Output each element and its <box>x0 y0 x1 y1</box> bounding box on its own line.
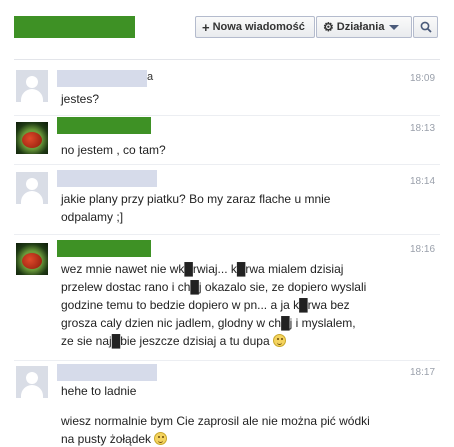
header-divider <box>14 59 440 60</box>
message-line: godzine temu to bedzie dopiero w pn... a… <box>61 298 350 312</box>
message-text: jakie plany przy piatku? Bo my zaraz fla… <box>61 190 411 226</box>
new-message-button[interactable]: + Nowa wiadomość <box>195 16 315 38</box>
message-line: na pusty żołądek <box>61 432 152 446</box>
smiley-emoji-icon <box>154 432 168 445</box>
redacted-sender-name[interactable] <box>57 70 147 87</box>
redacted-sender-name[interactable] <box>57 240 151 257</box>
gear-icon: ⚙ <box>323 20 334 34</box>
message-text: hehe to ladnie wiesz normalnie bym Cie z… <box>61 382 411 447</box>
plus-icon: + <box>202 19 210 35</box>
redacted-contact-name <box>14 16 135 38</box>
redacted-sender-name[interactable] <box>57 117 151 134</box>
message-line-with-emoji: na pusty żołądek <box>61 430 411 447</box>
message-timestamp: 18:17 <box>410 367 436 378</box>
avatar[interactable] <box>16 366 48 398</box>
message-line: hehe to ladnie <box>61 384 137 398</box>
avatar[interactable] <box>16 70 48 102</box>
message-text: no jestem , co tam? <box>61 141 411 159</box>
message-line: wiesz normalnie bym Cie zaprosil ale nie… <box>61 414 370 428</box>
message-line: przelew dostac rano i ch█j okazalo sie, … <box>61 280 367 294</box>
message-timestamp: 18:16 <box>410 244 436 255</box>
message-line: wez mnie nawet nie wk█rwiaj... k█rwa mia… <box>61 262 344 276</box>
search-button[interactable] <box>413 16 438 38</box>
avatar[interactable] <box>16 243 48 275</box>
thread-header: + Nowa wiadomość ⚙ Działania <box>0 0 454 60</box>
message-line: jakie plany przy piatku? Bo my zaraz fla… <box>61 192 331 206</box>
message-timestamp: 18:09 <box>410 73 436 84</box>
actions-label: Działania <box>336 21 385 33</box>
message-text: wez mnie nawet nie wk█rwiaj... k█rwa mia… <box>61 260 411 350</box>
message-timestamp: 18:14 <box>410 176 436 187</box>
message-separator <box>14 360 440 361</box>
message-line-with-emoji: ze sie naj█bie jeszcze dzisiaj a tu dupa <box>61 332 411 350</box>
search-icon <box>420 21 432 33</box>
message-line: odpalamy ;] <box>61 210 124 224</box>
redacted-sender-name[interactable] <box>57 364 157 381</box>
actions-dropdown[interactable]: ⚙ Działania <box>316 16 412 38</box>
message-timestamp: 18:13 <box>410 123 436 134</box>
redacted-sender-name[interactable] <box>57 170 157 187</box>
message-line: ze sie naj█bie jeszcze dzisiaj a tu dupa <box>61 334 270 348</box>
avatar[interactable] <box>16 122 48 154</box>
message-line: jestes? <box>61 92 100 106</box>
message-separator <box>14 234 440 235</box>
sender-name-suffix: a <box>147 71 154 83</box>
new-message-label: Nowa wiadomość <box>212 21 305 33</box>
message-separator <box>14 164 440 165</box>
smiley-emoji-icon <box>272 334 286 347</box>
message-separator <box>14 115 440 116</box>
message-text: jestes? <box>61 90 411 108</box>
message-line: no jestem , co tam? <box>61 143 166 157</box>
message-line: grosza caly dzien nic jadlem, glodny w c… <box>61 316 356 330</box>
avatar[interactable] <box>16 172 48 204</box>
chevron-down-icon <box>389 24 400 30</box>
